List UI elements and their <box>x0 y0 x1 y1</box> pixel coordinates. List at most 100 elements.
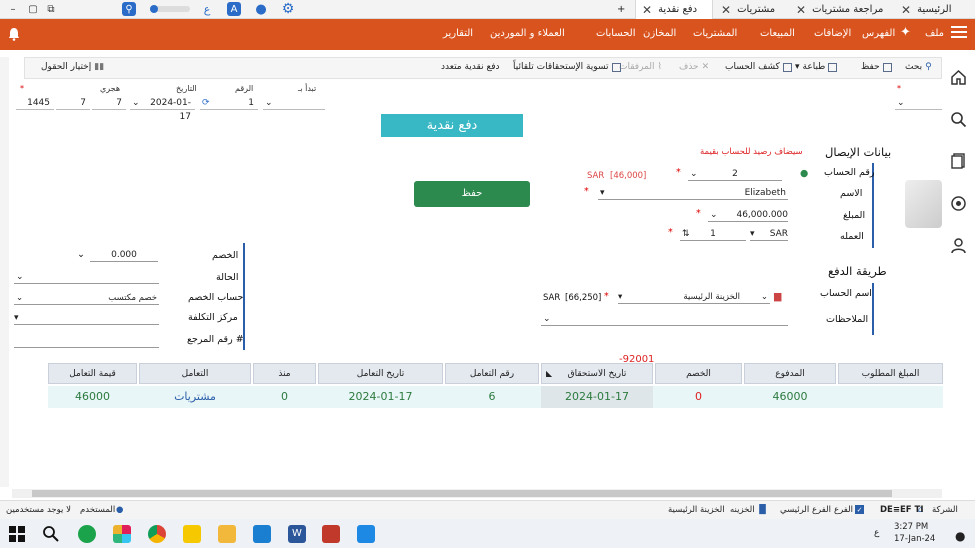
notifications-icon[interactable]: ● <box>955 529 965 543</box>
hijri-year-input[interactable]: 1445 <box>16 96 54 110</box>
file-explorer-icon[interactable] <box>218 525 236 543</box>
account-number-input[interactable]: ⌄ 2 <box>688 167 782 181</box>
tab-home[interactable]: ✕ الرئيسية <box>895 0 975 19</box>
window-icon[interactable]: ⧉ <box>44 2 58 16</box>
tab-purchase-review[interactable]: ✕ مراجعة مشتريات <box>790 0 890 19</box>
scrollbar-thumb[interactable] <box>32 490 892 497</box>
menu-reports[interactable]: التقارير <box>443 28 473 39</box>
close-icon[interactable]: ✕ <box>796 3 806 17</box>
hijri-day-input[interactable]: 7 <box>92 96 126 110</box>
chevron-down-icon: ▾ <box>795 62 800 72</box>
tab-label: دفع نقدية <box>658 4 698 15</box>
number-input[interactable]: ⟳ 1 <box>200 96 258 110</box>
save-button[interactable]: حفظ <box>414 181 530 207</box>
multi-payment-button[interactable]: دفع نقدية متعدد <box>441 62 500 72</box>
chevron-down-icon: ▾ <box>600 188 605 198</box>
account-name-select[interactable]: ▾ الخزينة الرئيسية ⌄ <box>618 290 770 304</box>
discount-account-select[interactable]: ⌄ خصم مكتسب <box>14 291 159 305</box>
app-icon[interactable] <box>253 525 271 543</box>
search-icon[interactable]: ⚲ <box>122 2 136 16</box>
checkbox-icon[interactable]: ✓ <box>855 505 864 514</box>
user-icon[interactable]: ● <box>800 168 808 179</box>
minimize-icon[interactable]: – <box>6 2 20 16</box>
slider[interactable] <box>150 5 190 13</box>
menu-sales[interactable]: المبيعات <box>760 28 795 39</box>
whatsapp-icon[interactable] <box>78 525 96 543</box>
discount-input[interactable]: 0.000 <box>90 248 158 262</box>
attachments-button[interactable]: المرفقات ⌇ <box>619 62 662 72</box>
menu-accounts[interactable]: الحسابات <box>596 28 636 39</box>
name-input[interactable]: ▾ Elizabeth <box>598 186 788 200</box>
hijri-month-input[interactable]: 7 <box>56 96 90 110</box>
tab-cash-payment[interactable]: ✕ دفع نقدية <box>635 0 713 19</box>
notes-input[interactable]: ⌄ <box>541 312 788 326</box>
user-icon[interactable] <box>950 237 967 254</box>
delete-button[interactable]: حذف ✕ <box>679 62 709 72</box>
word-icon[interactable]: W <box>288 525 306 543</box>
menu-customers-suppliers[interactable]: العملاء و الموردين <box>490 28 565 39</box>
col-header-required[interactable]: المبلغ المطلوب <box>838 363 943 384</box>
col-header-discount[interactable]: الخصم <box>655 363 742 384</box>
sticky-notes-icon[interactable] <box>183 525 201 543</box>
refresh-icon[interactable]: ⟳ <box>200 96 210 110</box>
menu-additions[interactable]: الإضافات <box>814 28 851 39</box>
menu-file[interactable]: ملف <box>925 28 944 39</box>
language-indicator[interactable]: ع <box>874 528 879 538</box>
search-icon[interactable] <box>950 111 967 128</box>
col-header-txn-value[interactable]: قيمة التعامل <box>48 363 137 384</box>
tab-purchases[interactable]: ✕ مشتريات <box>715 0 787 19</box>
documents-icon[interactable] <box>950 152 967 169</box>
choose-fields-button[interactable]: إختيار الحقول ▮▮ <box>41 62 104 72</box>
statement-icon <box>782 62 792 72</box>
date-input[interactable]: ⌄ 2024-01-17 <box>130 96 195 122</box>
starts-with-select[interactable]: ⌄ <box>263 96 325 110</box>
reference-input[interactable] <box>14 334 159 348</box>
print-button[interactable]: ▾ طباعة <box>795 62 838 72</box>
search-icon[interactable] <box>42 525 60 543</box>
series-select[interactable]: ⌄ <box>895 96 942 110</box>
hamburger-icon[interactable] <box>951 26 967 40</box>
close-icon[interactable]: ✕ <box>901 3 911 17</box>
col-header-txn[interactable]: التعامل <box>139 363 251 384</box>
windows-start-icon[interactable] <box>8 525 26 543</box>
new-tab-button[interactable]: + <box>617 0 625 19</box>
close-icon[interactable]: ✕ <box>642 3 652 17</box>
account-statement-button[interactable]: كشف الحساب <box>725 62 792 72</box>
chevron-down-icon: ⌄ <box>690 169 698 179</box>
status-select[interactable]: ⌄ <box>14 270 159 284</box>
currency-select[interactable]: ▾ SAR <box>750 227 788 241</box>
cash-register-icon[interactable]: ▆ <box>774 291 781 302</box>
menu-purchases[interactable]: المشتريات <box>693 28 737 39</box>
close-icon[interactable]: ✕ <box>721 3 731 17</box>
horizontal-scrollbar[interactable] <box>12 489 942 498</box>
col-header-txn-no[interactable]: رقم التعامل <box>445 363 539 384</box>
translate-icon[interactable]: A <box>227 2 241 16</box>
vertical-scrollbar[interactable] <box>0 57 9 487</box>
restore-icon[interactable]: ▢ <box>26 2 40 16</box>
user-icon[interactable]: ● <box>254 2 268 17</box>
exchange-rate-input[interactable]: ⇅ 1 <box>680 227 746 241</box>
home-icon[interactable] <box>950 69 967 86</box>
gear-icon[interactable]: ⚙ <box>281 1 295 17</box>
stepper-icon[interactable]: ⇅ <box>682 227 690 241</box>
cell-txn-link[interactable]: مشتريات <box>139 390 251 403</box>
bell-icon[interactable] <box>8 27 20 41</box>
cost-center-select[interactable]: ▾ <box>14 311 159 325</box>
erp-app-icon[interactable] <box>322 525 340 543</box>
slack-icon[interactable] <box>113 525 131 543</box>
language-icon[interactable]: ع <box>200 2 214 16</box>
col-header-due-date[interactable]: ◣ تاريخ الاستحقاق <box>541 363 653 384</box>
col-header-since[interactable]: منذ <box>253 363 316 384</box>
amount-input[interactable]: ⌄ 46,000.000 <box>708 208 788 222</box>
col-header-txn-date[interactable]: تاريخ التعامل <box>318 363 443 384</box>
auto-settle-button[interactable]: تسوية الإستحقاقات تلقائياً <box>513 62 621 72</box>
whatsapp-icon[interactable] <box>950 195 967 212</box>
col-header-paid[interactable]: المدفوع <box>744 363 836 384</box>
media-icon[interactable] <box>357 525 375 543</box>
save-tool-button[interactable]: حفظ <box>861 62 892 72</box>
search-button[interactable]: بحث ⚲ <box>905 62 932 72</box>
menu-stores[interactable]: المخازن <box>643 28 676 39</box>
chrome-icon[interactable] <box>148 525 166 543</box>
menu-index[interactable]: الفهرس <box>862 28 895 39</box>
hijri-label: هجري <box>100 84 121 93</box>
